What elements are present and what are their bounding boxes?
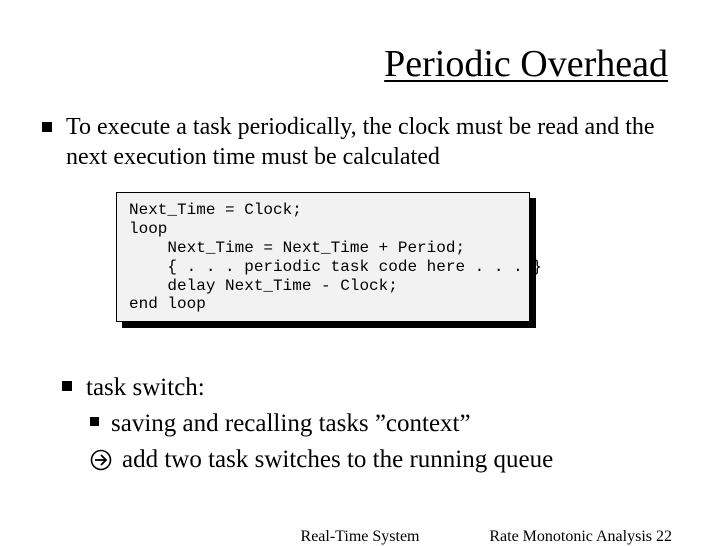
page-number: 22 (656, 528, 672, 545)
footer-right-label: Rate Monotonic Analysis (489, 528, 652, 545)
bullet-1-text: To execute a task periodically, the cloc… (66, 112, 668, 172)
code-content: Next_Time = Clock; loop Next_Time = Next… (116, 192, 530, 322)
bullet-1: To execute a task periodically, the cloc… (42, 112, 668, 172)
square-bullet-icon (90, 417, 99, 426)
sub-bullet-a: saving and recalling tasks ”context” (90, 407, 668, 441)
sub-bullet-b: add two task switches to the running que… (90, 443, 668, 481)
sub-bullet-b-text: add two task switches to the running que… (122, 443, 553, 477)
square-bullet-icon (62, 381, 72, 391)
arrow-right-icon (90, 447, 112, 481)
footer-right: Rate Monotonic Analysis 22 (489, 528, 672, 546)
square-bullet-icon (42, 122, 52, 132)
bullet-2-text: task switch: (86, 371, 205, 405)
bullet-2: task switch: saving and recalling tasks … (62, 371, 668, 480)
slide: Periodic Overhead To execute a task peri… (0, 0, 720, 540)
sub-bullet-a-text: saving and recalling tasks ”context” (111, 407, 471, 441)
code-block: Next_Time = Clock; loop Next_Time = Next… (116, 192, 530, 322)
slide-title: Periodic Overhead (384, 42, 668, 86)
